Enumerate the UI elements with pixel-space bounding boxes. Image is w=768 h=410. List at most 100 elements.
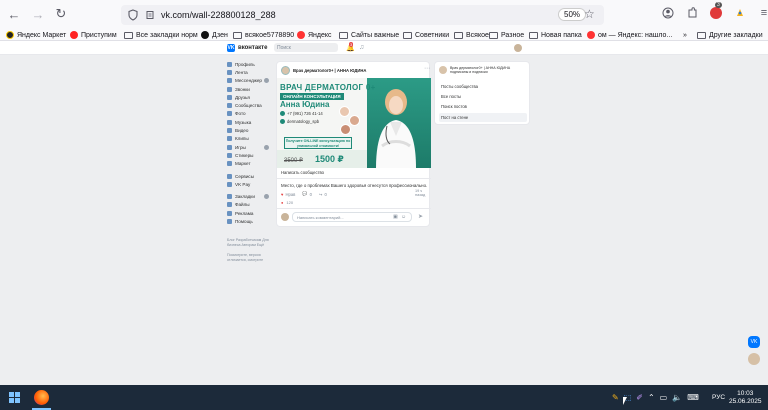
comment-button[interactable]: 💬 0 (302, 191, 312, 197)
menu-item-services[interactable]: Сервисы (227, 172, 272, 180)
language-indicator[interactable]: РУС (712, 394, 725, 401)
bookmark-star-icon[interactable]: ☆ (584, 7, 595, 21)
menu-item-market[interactable]: Маркет (227, 160, 272, 168)
menu-item-clips[interactable]: Клипы (227, 135, 272, 143)
extensions-icon[interactable] (684, 5, 700, 21)
post-banner-image[interactable]: ВРАЧ ДЕРМАТОЛОГ 0+ ОНЛАЙН КОНСУЛЬТАЦИЯ А… (277, 78, 431, 168)
bookmark-item[interactable]: Приступим (70, 29, 117, 41)
post-likes-row[interactable]: ● 120 (281, 200, 293, 205)
post-time[interactable]: 19 ч назад (415, 189, 429, 197)
bookmark-folder[interactable]: Разное (489, 29, 524, 41)
firefox-icon[interactable] (34, 390, 49, 405)
bookmark-item[interactable]: Яндекс (297, 29, 332, 41)
account-icon[interactable] (660, 5, 676, 21)
banner-old-price: 3500 ₽ (284, 158, 303, 164)
share-button[interactable]: ↪ 0 (319, 192, 327, 197)
tray-app-icon[interactable]: ✎ (612, 393, 619, 402)
menu-item-games[interactable]: Игры (227, 143, 272, 151)
vk-search-input[interactable]: Поиск (274, 43, 338, 52)
menu-icon[interactable]: ≡ (756, 5, 768, 21)
add-icon[interactable] (264, 144, 269, 150)
bookmark-folder[interactable]: Новая папка (529, 29, 582, 41)
menu-item-calls[interactable]: Звонки (227, 85, 272, 93)
menu-item-music[interactable]: Музыка (227, 118, 272, 126)
add-icon[interactable] (264, 78, 269, 84)
tray-chevron-icon[interactable]: ⌃ (648, 393, 655, 402)
reload-icon[interactable]: ↻ (51, 4, 71, 24)
post-text: Место, где о проблемах Вашего здоровья о… (281, 183, 428, 188)
user-avatar[interactable] (514, 44, 522, 52)
bookmarks-overflow-icon[interactable]: » (683, 29, 687, 41)
menu-item-feed[interactable]: Лента (227, 68, 272, 76)
more-options-icon[interactable]: ⋯ (424, 65, 430, 72)
side-item-all-posts[interactable]: Все посты (439, 92, 527, 101)
bookmark-folder[interactable]: Все закладки норм (124, 29, 198, 41)
side-item-search-posts[interactable]: Поиск постов (439, 102, 527, 111)
menu-item-vkpay[interactable]: VK Pay (227, 180, 272, 188)
url-text[interactable]: vk.com/wall-228800128_288 (161, 10, 276, 20)
share-icon: ↪ (318, 191, 323, 197)
post-divider (277, 178, 431, 179)
vk-logo[interactable]: VK вконтакте (227, 44, 267, 52)
menu-item-profile[interactable]: Профиль (227, 60, 272, 68)
notifications-bell-icon[interactable]: 🔔 3 (346, 42, 355, 52)
page-icon[interactable] (145, 10, 155, 20)
volume-icon[interactable]: 🔈 (672, 393, 682, 402)
market-icon (227, 161, 232, 167)
bookmark-item[interactable]: ом — Яндекс: нашло... (587, 29, 672, 41)
menu-item-messenger[interactable]: Мессенджер (227, 77, 272, 85)
vk-float-button[interactable]: VK (748, 336, 760, 348)
menu-item-stickers[interactable]: Стикеры (227, 151, 272, 159)
addon-rocket-icon[interactable] (732, 5, 748, 21)
pen-icon[interactable]: ✐ (636, 393, 643, 402)
forward-icon[interactable]: → (28, 4, 48, 24)
menu-item-friends[interactable]: Друзья (227, 93, 272, 101)
bookmark-folder[interactable]: Сайты важные (339, 29, 399, 41)
music-note-icon[interactable]: ♫ (359, 44, 364, 51)
post-author[interactable]: Врач дерматолог0+ | АННА ЮДИНА (293, 68, 366, 73)
wall-post: Врач дерматолог0+ | АННА ЮДИНА ⋯ ВРАЧ ДЕ… (276, 61, 431, 227)
bookmark-item[interactable]: Дзен (201, 29, 228, 41)
windows-start-icon[interactable] (9, 392, 20, 403)
shield-icon[interactable] (127, 9, 139, 21)
write-to-community-link[interactable]: Написать сообщество (281, 170, 324, 175)
side-item-community-posts[interactable]: Посты сообщества (439, 82, 527, 91)
feed-icon (227, 69, 232, 75)
chat-avatar[interactable] (748, 353, 760, 365)
bookmark-folder[interactable]: Всякое (454, 29, 489, 41)
addon-avito-icon[interactable]: 3 (708, 2, 724, 21)
display-icon[interactable]: ▭ (660, 393, 668, 402)
menu-item-bookmarks[interactable]: Закладки (227, 192, 272, 200)
banner-new-price: 1500 ₽ (315, 154, 344, 164)
bookmark-folder[interactable]: Другие закладки (697, 29, 763, 41)
comment-icon: 💬 (302, 191, 308, 196)
skin-sample-image (339, 106, 350, 117)
back-icon[interactable]: ← (4, 4, 24, 24)
menu-item-communities[interactable]: Сообщества (227, 101, 272, 109)
post-header[interactable]: Врач дерматолог0+ | АННА ЮДИНА (281, 66, 366, 75)
attach-photo-icon[interactable]: ▣ (393, 214, 398, 220)
side-panel-header[interactable]: Врач дерматолог0+ | АННА ЮДИНА подписаны… (439, 66, 527, 75)
footer-links[interactable]: Блог Разработчикам Для бизнеса Авторам Е… (227, 238, 271, 263)
bookmark-item[interactable]: Яндекс Маркет (6, 29, 66, 41)
side-item-wall-post[interactable]: Пост на стене (439, 113, 527, 122)
menu-item-files[interactable]: Файлы (227, 201, 272, 209)
taskbar-clock[interactable]: 10:03 25.06.2025 (729, 390, 762, 406)
calls-icon (227, 86, 232, 92)
send-icon[interactable]: ➤ (418, 213, 423, 220)
zoom-level[interactable]: 50% (558, 8, 587, 21)
bookmark-folder[interactable]: Советники (403, 29, 449, 41)
url-bar[interactable]: vk.com/wall-228800128_288 50% ☆ (121, 5, 604, 25)
emoji-icon[interactable]: ☺ (401, 214, 406, 220)
comment-input[interactable]: Написать комментарий... ▣ ☺ (292, 212, 412, 222)
keyboard-icon[interactable]: ⌨ (687, 393, 699, 402)
menu-item-photos[interactable]: Фото (227, 110, 272, 118)
bookmark-folder[interactable]: всякое5778890 (233, 29, 294, 41)
like-button[interactable]: ♥ Нрав (281, 192, 295, 197)
community-avatar[interactable] (281, 66, 290, 75)
menu-item-ads[interactable]: Реклама (227, 209, 272, 217)
menu-item-video[interactable]: Видео (227, 126, 272, 134)
add-icon[interactable] (264, 194, 269, 200)
menu-item-help[interactable]: Помощь (227, 217, 272, 225)
instagram-icon (280, 119, 285, 124)
